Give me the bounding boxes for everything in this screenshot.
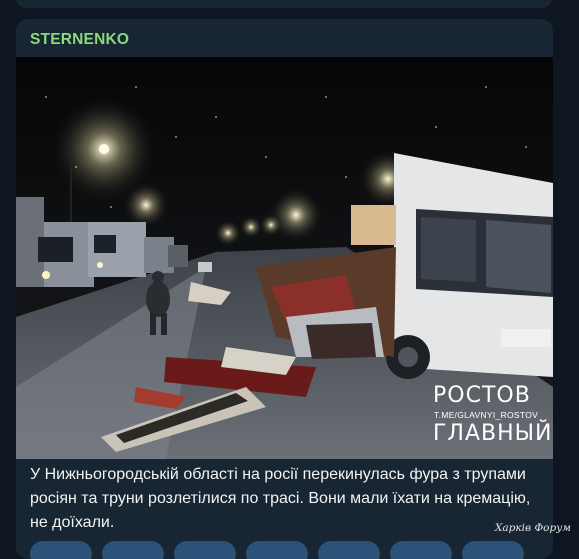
reactions-row	[30, 537, 535, 559]
previous-message-bubble	[16, 0, 552, 8]
photo-watermark-link: T.ME/GLAVNYI_ROSTOV	[434, 410, 539, 420]
reaction-chip[interactable]	[246, 541, 308, 559]
photo-watermark-bottom: ГЛАВНЫЙ	[433, 421, 553, 446]
reaction-chip[interactable]	[318, 541, 380, 559]
forum-watermark: Харків Форум	[494, 522, 571, 534]
post-caption: У Нижньогородській області на росії пере…	[30, 466, 531, 531]
photo-watermark-top: РОСТОВ	[433, 383, 531, 408]
reaction-chip[interactable]	[462, 541, 524, 559]
reaction-chip[interactable]	[30, 541, 92, 559]
post-photo[interactable]: РОСТОВ T.ME/GLAVNYI_ROSTOV ГЛАВНЫЙ	[16, 57, 553, 459]
reaction-chip[interactable]	[174, 541, 236, 559]
reaction-chip[interactable]	[102, 541, 164, 559]
channel-name[interactable]: STERNENKO	[30, 31, 129, 49]
channel-post: STERNENKO РОСТОВ T.ME/GLAVNYI_ROSTOV ГЛА…	[16, 19, 553, 559]
reaction-chip[interactable]	[390, 541, 452, 559]
